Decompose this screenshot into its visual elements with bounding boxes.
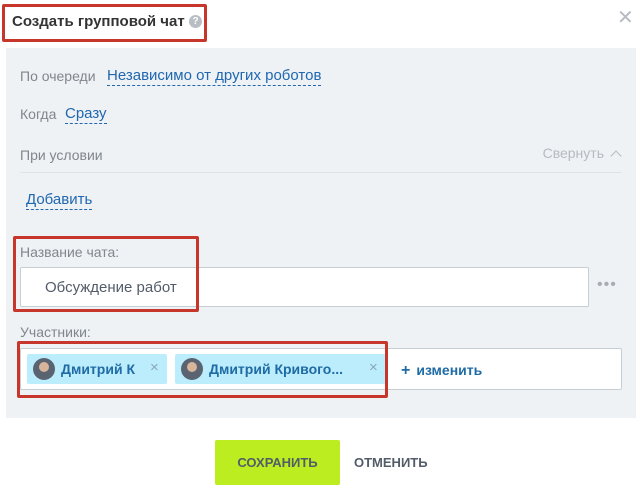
remove-member-icon[interactable]: ×	[369, 359, 378, 376]
settings-panel: По очереди Независимо от других роботов …	[6, 48, 636, 418]
member-name: Дмитрий Кривого...	[209, 361, 343, 377]
dialog-title: Создать групповой чат	[12, 13, 185, 30]
members-label: Участники:	[20, 324, 91, 340]
queue-mode-link[interactable]: Независимо от других роботов	[107, 67, 322, 86]
remove-member-icon[interactable]: ×	[150, 359, 159, 376]
more-dots-icon[interactable]: •••	[597, 276, 617, 294]
chevron-up-icon	[610, 150, 622, 162]
change-members-link[interactable]: + изменить	[401, 362, 482, 380]
members-field[interactable]: Дмитрий К × Дмитрий Кривого... × + измени…	[20, 348, 622, 390]
member-chip[interactable]: Дмитрий К ×	[27, 354, 167, 384]
condition-label: При условии	[20, 147, 103, 163]
chat-name-input[interactable]	[21, 268, 588, 306]
close-icon[interactable]: ✕	[617, 8, 634, 28]
when-link[interactable]: Сразу	[65, 105, 107, 124]
collapse-label: Свернуть	[542, 145, 604, 161]
cancel-button[interactable]: ОТМЕНИТЬ	[354, 455, 428, 470]
change-members-label: изменить	[416, 362, 483, 378]
avatar	[33, 358, 55, 380]
help-icon[interactable]: ?	[189, 15, 202, 28]
when-label: Когда	[20, 106, 57, 122]
collapse-toggle[interactable]: Свернуть	[542, 145, 622, 162]
chat-name-label: Название чата:	[20, 244, 120, 260]
add-condition-link[interactable]: Добавить	[26, 191, 93, 210]
avatar	[181, 358, 203, 380]
queue-label: По очереди	[20, 68, 96, 84]
chat-name-field[interactable]	[20, 267, 589, 307]
member-chip[interactable]: Дмитрий Кривого... ×	[175, 354, 387, 384]
save-button[interactable]: СОХРАНИТЬ	[215, 440, 340, 485]
plus-icon: +	[401, 362, 411, 379]
member-name: Дмитрий К	[61, 361, 135, 377]
divider	[20, 172, 622, 173]
